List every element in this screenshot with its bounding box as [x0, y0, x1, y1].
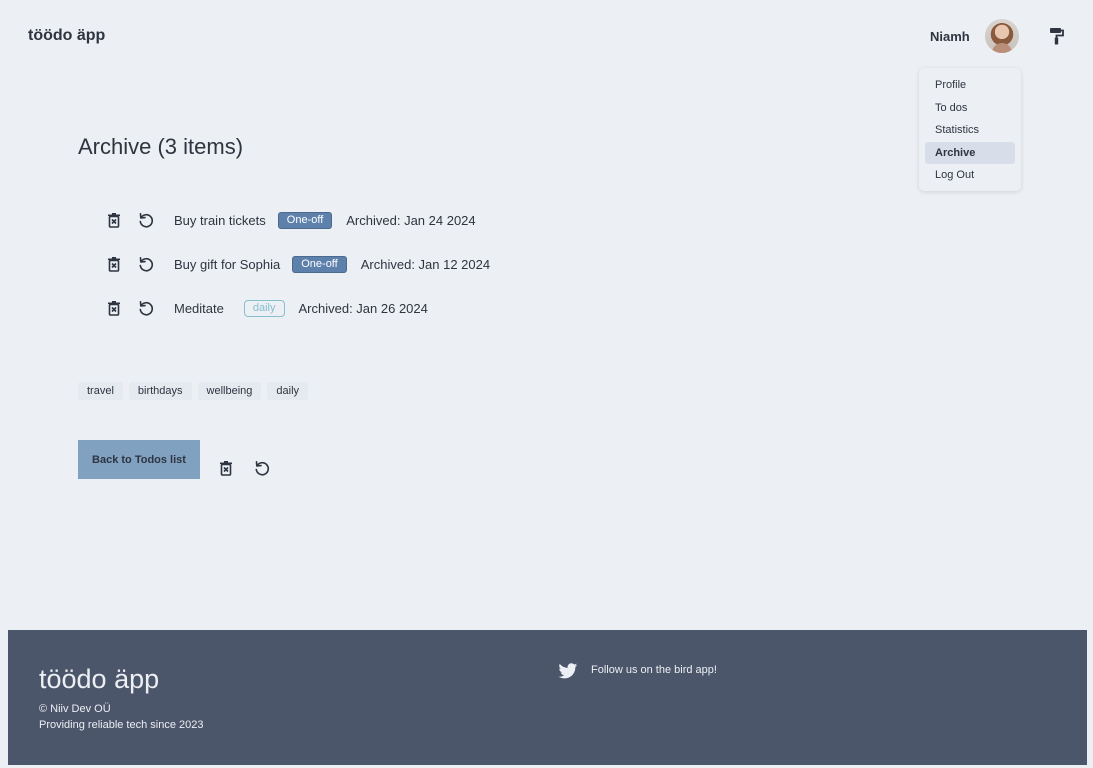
restore-arrow-icon[interactable] [138, 212, 154, 228]
restore-arrow-icon[interactable] [138, 300, 154, 316]
tag-list: travel birthdays wellbeing daily [78, 382, 309, 400]
back-to-todos-button[interactable]: Back to Todos list [78, 440, 200, 479]
menu-item-statistics[interactable]: Statistics [925, 119, 1015, 142]
archive-row: Buy gift for Sophia One-off Archived: Ja… [106, 252, 490, 276]
trash-x-icon[interactable] [106, 256, 122, 272]
avatar[interactable] [985, 19, 1019, 53]
archived-date: Archived: Jan 12 2024 [360, 256, 491, 272]
todo-type-badge: One-off [292, 255, 347, 273]
trash-x-icon[interactable] [106, 300, 122, 316]
restore-arrow-icon[interactable] [254, 460, 270, 476]
tag-chip[interactable]: daily [267, 382, 309, 400]
todo-type-badge: One-off [277, 211, 333, 229]
menu-item-todos[interactable]: To dos [925, 97, 1015, 120]
todo-type-badge: daily [243, 299, 285, 317]
footer-logo: töödo äpp [39, 664, 160, 694]
tag-chip[interactable]: birthdays [128, 382, 192, 400]
todo-name: Buy train tickets [174, 212, 266, 228]
tag-chip[interactable]: travel [78, 382, 123, 400]
todo-name: Buy gift for Sophia [174, 256, 281, 272]
footer: töödo äpp © Niiv Dev OÜ Providing reliab… [8, 630, 1087, 765]
menu-item-logout[interactable]: Log Out [925, 164, 1015, 187]
twitter-bird-icon[interactable] [558, 663, 578, 680]
user-name[interactable]: Niamh [930, 29, 970, 44]
footer-tagline: Providing reliable tech since 2023 [39, 719, 204, 731]
archived-date: Archived: Jan 24 2024 [346, 212, 476, 228]
menu-item-profile[interactable]: Profile [925, 74, 1015, 97]
paint-roller-icon[interactable] [1049, 27, 1065, 45]
todo-name: Meditate [174, 300, 224, 316]
page-title: Archive (3 items) [78, 134, 244, 159]
footer-copyright: © Niiv Dev OÜ [39, 703, 111, 715]
restore-arrow-icon[interactable] [138, 256, 154, 272]
app-logo[interactable]: töödo äpp [28, 27, 105, 45]
menu-item-archive[interactable]: Archive [925, 141, 1015, 164]
follow-link[interactable]: Follow us on the bird app! [591, 664, 717, 676]
trash-x-icon[interactable] [106, 212, 122, 228]
trash-x-icon[interactable] [218, 460, 234, 476]
archive-row: Buy train tickets One-off Archived: Jan … [106, 208, 476, 232]
tag-chip[interactable]: wellbeing [197, 382, 262, 400]
archived-date: Archived: Jan 26 2024 [298, 300, 428, 316]
archive-row: Meditate daily Archived: Jan 26 2024 [106, 296, 428, 320]
user-menu-dropdown: Profile To dos Statistics Archive Log Ou… [919, 68, 1021, 191]
